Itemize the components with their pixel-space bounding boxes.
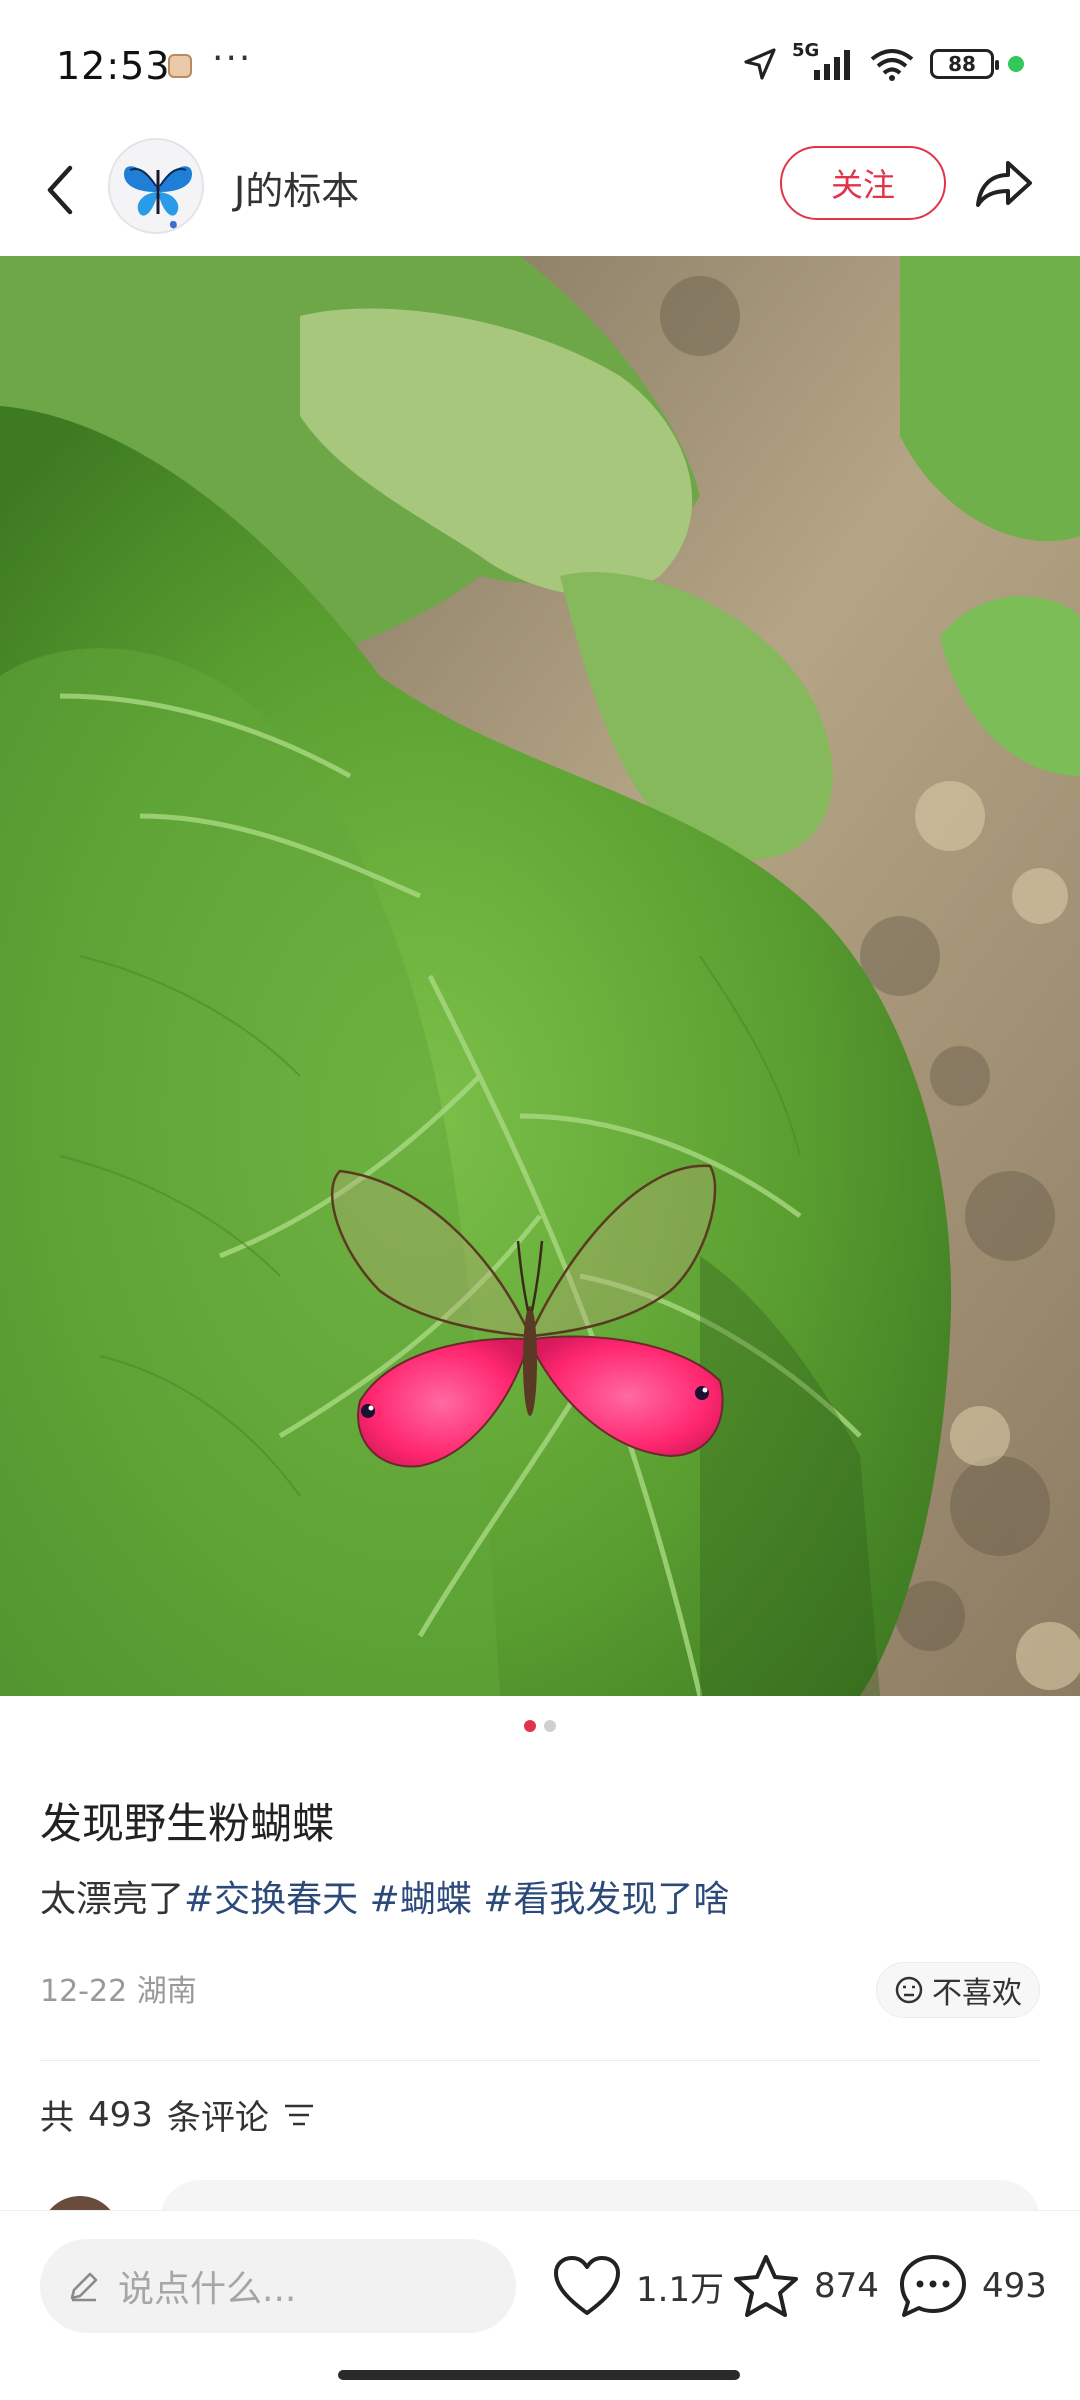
comment-button[interactable]: 493 <box>898 2241 1047 2331</box>
star-icon <box>734 2255 798 2317</box>
hashtag-link[interactable]: #看我发现了啥 <box>483 1879 729 1920</box>
battery-level: 88 <box>948 52 976 76</box>
page-dot-active <box>524 1720 536 1732</box>
post-meta: 12-22 湖南 <box>40 1966 197 2010</box>
comment-count: 493 <box>982 2266 1047 2306</box>
back-icon <box>47 165 73 215</box>
dislike-button[interactable]: 不喜欢 <box>876 1962 1040 2018</box>
post-description: 太漂亮了#交换春天 #蝴蝶 #看我发现了啥 <box>40 1870 729 1922</box>
image-page-indicator <box>0 1720 1080 1732</box>
comment-count-prefix: 共 <box>40 2098 74 2138</box>
comment-count-header: 共 493 条评论 <box>40 2090 315 2139</box>
share-icon <box>976 161 1032 207</box>
home-indicator[interactable] <box>338 2370 740 2380</box>
signal-icon: 5G <box>792 40 854 82</box>
favorite-button[interactable]: 874 <box>732 2241 879 2331</box>
post-desc-text: 太漂亮了 <box>40 1879 185 1920</box>
app-notification-icon <box>168 54 192 78</box>
like-button[interactable]: 1.1万 <box>552 2241 724 2331</box>
comment-count-suffix: 条评论 <box>166 2098 269 2138</box>
battery-icon: 88 <box>930 49 999 79</box>
dislike-face-icon <box>895 1976 923 2004</box>
status-time: 12:53 <box>56 44 171 88</box>
comment-input-placeholder: 说点什么... <box>118 2269 297 2310</box>
author-name[interactable]: J的标本 <box>234 160 359 215</box>
post-photo[interactable] <box>0 256 1080 1696</box>
location-arrow-icon <box>744 48 776 80</box>
like-count: 1.1万 <box>636 2269 725 2310</box>
divider <box>40 2060 1040 2061</box>
post-date: 12-22 <box>40 1974 128 2009</box>
comment-input[interactable]: 说点什么... <box>40 2239 516 2333</box>
heart-icon <box>554 2256 620 2315</box>
chat-bubble-icon <box>900 2255 966 2317</box>
status-indicators: 5G 88 <box>742 40 1024 82</box>
author-avatar[interactable] <box>108 138 204 234</box>
status-bar: 12:53 ··· 5G 88 <box>0 0 1080 130</box>
butterfly-avatar-image <box>110 140 202 232</box>
share-button[interactable] <box>968 148 1040 220</box>
post-title: 发现野生粉蝴蝶 <box>40 1799 335 1848</box>
wifi-icon <box>870 49 914 81</box>
butterfly-on-cabbage-image <box>0 256 1080 1696</box>
follow-button[interactable]: 关注 <box>780 146 946 220</box>
dislike-label: 不喜欢 <box>932 1976 1022 2011</box>
back-button[interactable] <box>30 154 90 226</box>
hashtag-link[interactable]: #蝴蝶 <box>370 1879 472 1920</box>
page-dot <box>544 1720 556 1732</box>
post-header: J的标本 关注 <box>0 130 1080 256</box>
more-notifications-icon: ··· <box>212 38 253 79</box>
comment-count-value: 493 <box>88 2094 153 2135</box>
pencil-icon <box>70 2272 98 2302</box>
sort-filter-icon[interactable] <box>283 2101 315 2129</box>
post-location: 湖南 <box>136 1974 197 2009</box>
privacy-indicator <box>1008 56 1024 72</box>
favorite-count: 874 <box>814 2266 879 2306</box>
hashtag-link[interactable]: #交换春天 <box>184 1879 358 1920</box>
